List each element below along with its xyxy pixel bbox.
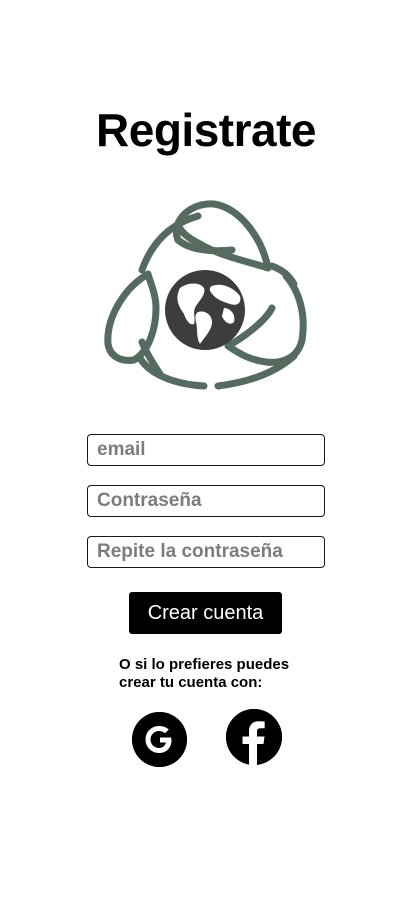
google-icon xyxy=(132,712,187,767)
alternative-text-line1: O si lo prefieres puedes xyxy=(119,656,290,673)
alternative-signup-text: O si lo prefieres puedes crear tu cuenta… xyxy=(119,656,319,692)
google-signup-button[interactable] xyxy=(132,712,187,767)
facebook-icon xyxy=(226,709,282,765)
alternative-text-line2: crear tu cuenta con: xyxy=(119,674,263,691)
password-field[interactable] xyxy=(87,485,325,517)
create-account-button[interactable]: Crear cuenta xyxy=(129,592,282,634)
page-title: Registrate xyxy=(96,104,316,156)
recycle-globe-icon xyxy=(100,196,312,396)
email-field[interactable] xyxy=(87,434,325,466)
facebook-signup-button[interactable] xyxy=(226,709,282,765)
repeat-password-field[interactable] xyxy=(87,536,325,568)
